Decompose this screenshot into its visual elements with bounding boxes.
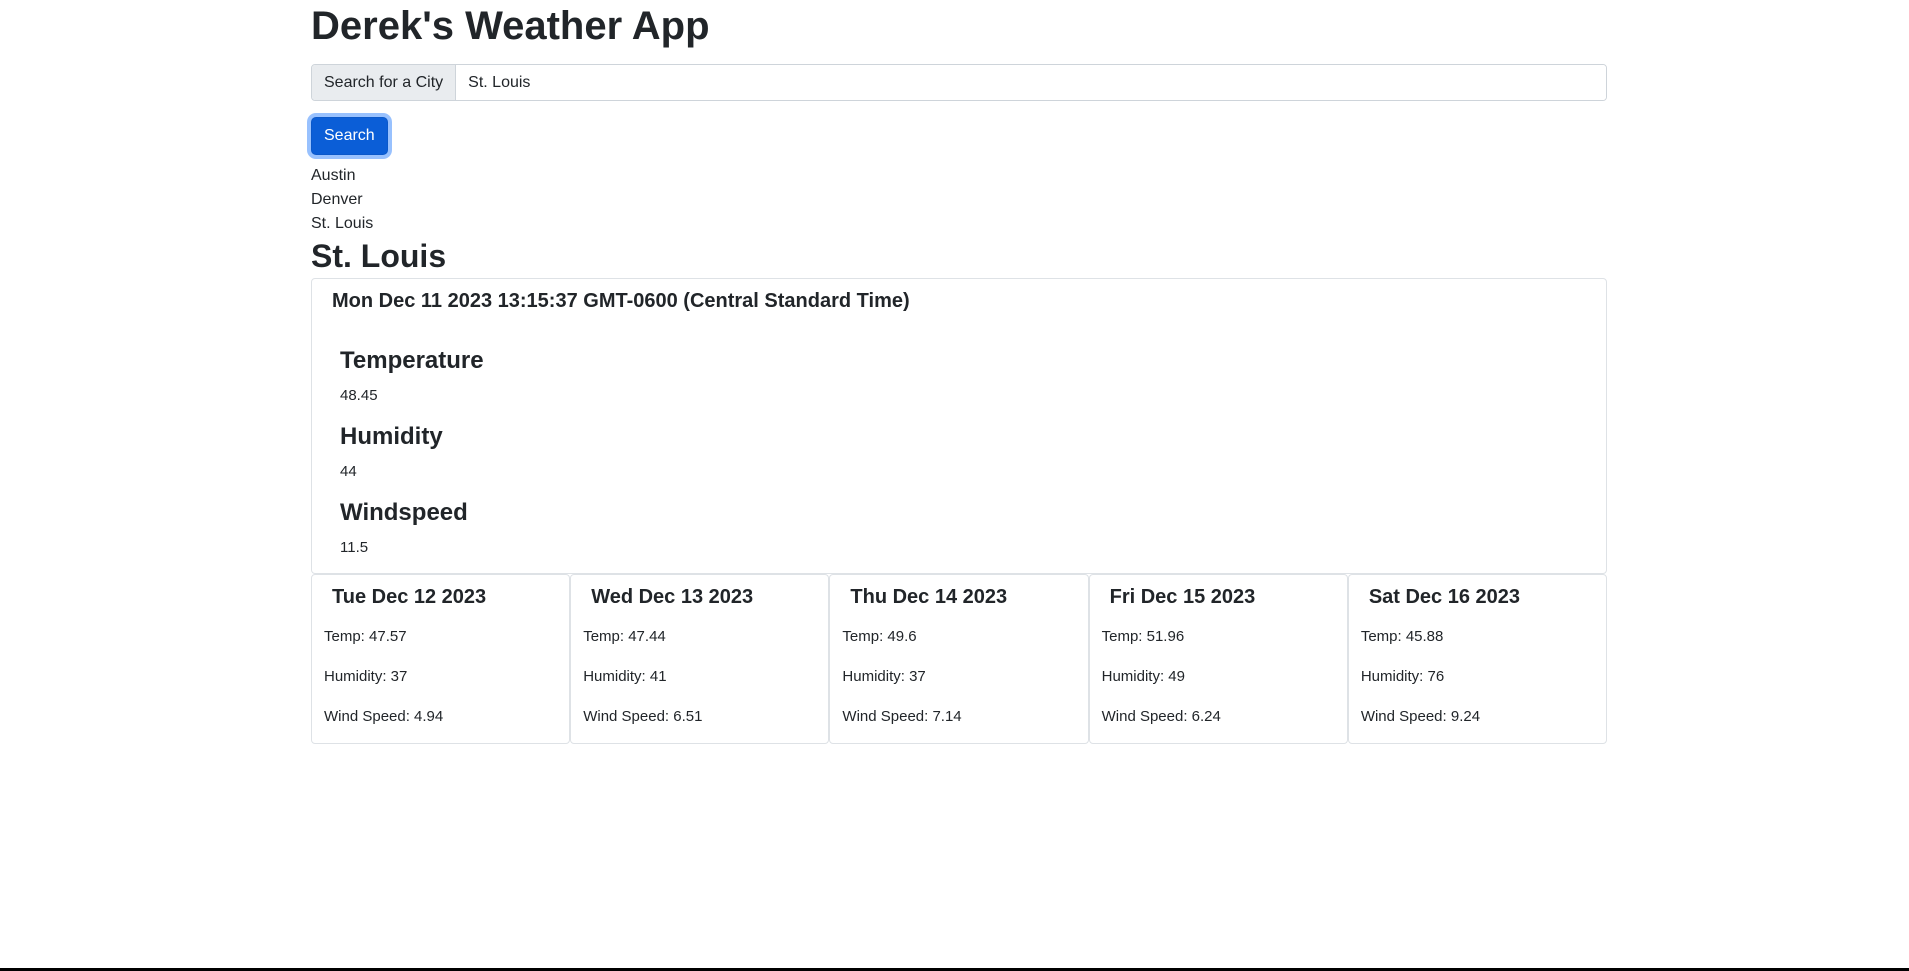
forecast-temp: Temp: 47.57 xyxy=(324,628,407,645)
forecast-date: Tue Dec 12 2023 xyxy=(332,586,487,608)
windspeed-label: Windspeed xyxy=(340,499,468,526)
city-search-group: Search for a City xyxy=(311,64,1607,101)
forecast-wind: Wind Speed: 7.14 xyxy=(842,708,962,725)
temperature-label: Temperature xyxy=(340,347,484,374)
forecast-wind: Wind Speed: 6.51 xyxy=(583,708,703,725)
forecast-card: Tue Dec 12 2023 Temp: 47.57 Humidity: 37… xyxy=(311,574,571,744)
forecast-humidity: Humidity: 37 xyxy=(324,668,408,685)
current-weather-body: Temperature 48.45 Humidity 44 Windspeed … xyxy=(312,315,1606,560)
forecast-temp: Temp: 45.88 xyxy=(1360,628,1444,645)
forecast-wind: Wind Speed: 6.24 xyxy=(1101,708,1221,725)
forecast-date: Fri Dec 15 2023 xyxy=(1109,586,1256,608)
forecast-wind: Wind Speed: 4.94 xyxy=(324,708,444,725)
humidity-value: 44 xyxy=(340,463,357,480)
search-label: Search for a City xyxy=(312,65,457,100)
current-city-heading: St. Louis xyxy=(311,238,447,274)
current-weather-card: Mon Dec 11 2023 13:15:37 GMT-0600 (Centr… xyxy=(311,278,1607,574)
windspeed-value: 11.5 xyxy=(340,539,369,556)
search-history: Austin Denver St. Louis xyxy=(311,164,1607,236)
forecast-card: Fri Dec 15 2023 Temp: 51.96 Humidity: 49… xyxy=(1088,574,1348,744)
forecast-card: Sat Dec 16 2023 Temp: 45.88 Humidity: 76… xyxy=(1347,574,1608,744)
temperature-value: 48.45 xyxy=(340,387,378,404)
history-item-austin[interactable]: Austin xyxy=(311,164,1607,188)
forecast-temp: Temp: 51.96 xyxy=(1101,628,1185,645)
search-button[interactable]: Search xyxy=(311,117,388,155)
forecast-humidity: Humidity: 37 xyxy=(842,668,926,685)
history-item-denver[interactable]: Denver xyxy=(311,188,1607,212)
forecast-temp: Temp: 49.6 xyxy=(842,628,917,645)
forecast-date: Sat Dec 16 2023 xyxy=(1368,586,1521,608)
history-item-st-louis[interactable]: St. Louis xyxy=(311,212,1607,236)
five-day-forecast: Tue Dec 12 2023 Temp: 47.57 Humidity: 37… xyxy=(311,574,1608,744)
city-search-input[interactable] xyxy=(456,65,1606,100)
forecast-card: Wed Dec 13 2023 Temp: 47.44 Humidity: 41… xyxy=(570,574,830,744)
forecast-humidity: Humidity: 76 xyxy=(1360,668,1445,685)
app-title: Derek's Weather App xyxy=(311,4,710,48)
humidity-label: Humidity xyxy=(340,423,443,450)
forecast-card: Thu Dec 14 2023 Temp: 49.6 Humidity: 37 … xyxy=(829,574,1089,744)
main-container: Derek's Weather App Search for a City Se… xyxy=(311,0,1608,744)
forecast-date: Thu Dec 14 2023 xyxy=(850,586,1008,608)
forecast-humidity: Humidity: 41 xyxy=(583,668,667,685)
forecast-temp: Temp: 47.44 xyxy=(583,628,666,645)
forecast-date: Wed Dec 13 2023 xyxy=(591,586,754,608)
forecast-wind: Wind Speed: 9.24 xyxy=(1360,708,1481,725)
weather-app-page: Derek's Weather App Search for a City Se… xyxy=(0,0,1909,971)
forecast-humidity: Humidity: 49 xyxy=(1101,668,1185,685)
current-datetime: Mon Dec 11 2023 13:15:37 GMT-0600 (Centr… xyxy=(332,290,910,312)
